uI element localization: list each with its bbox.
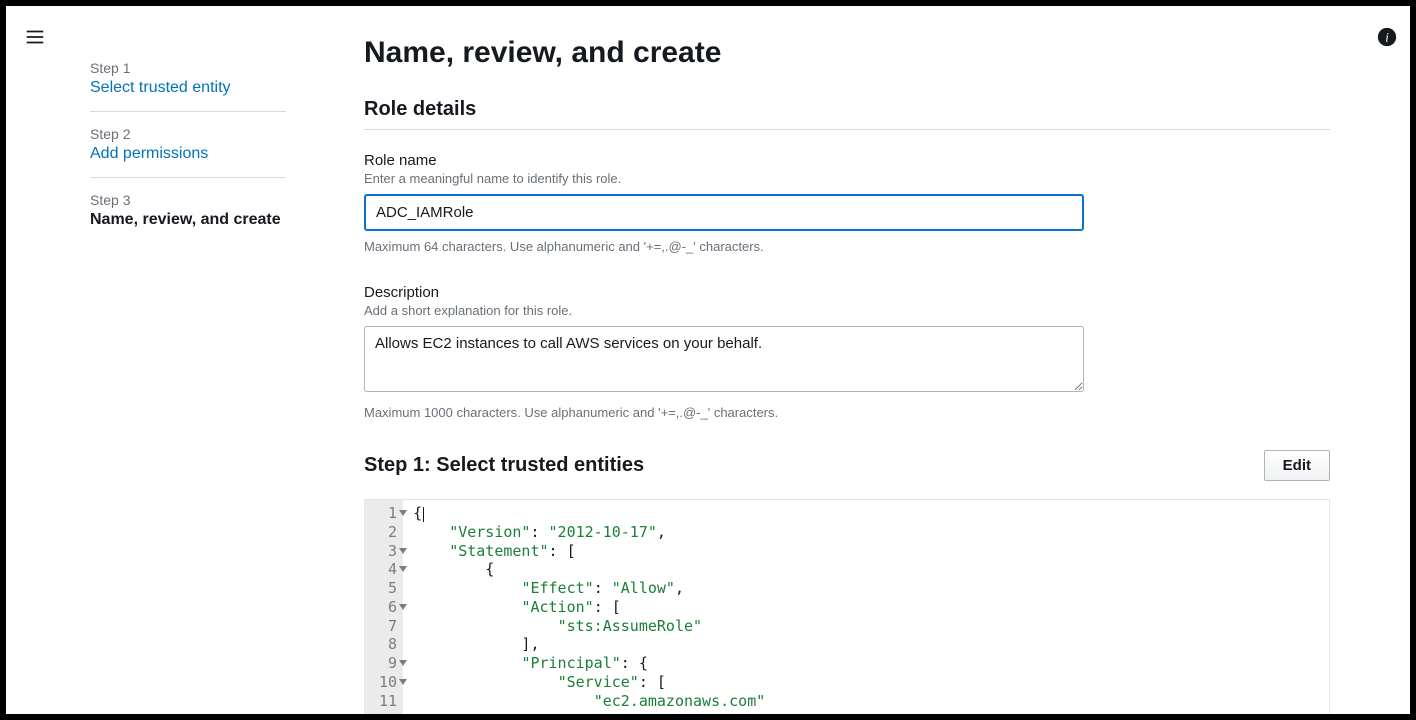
- field-hint: Enter a meaningful name to identify this…: [364, 171, 1330, 186]
- step-title[interactable]: Add permissions: [90, 145, 286, 163]
- description-field: Description Add a short explanation for …: [364, 284, 1330, 420]
- role-name-field: Role name Enter a meaningful name to ide…: [364, 152, 1330, 254]
- field-constraint: Maximum 64 characters. Use alphanumeric …: [364, 239, 1330, 254]
- section-title: Step 1: Select trusted entities: [364, 454, 644, 477]
- wizard-steps: Step 1 Select trusted entity Step 2 Add …: [90, 46, 286, 243]
- step-1[interactable]: Step 1 Select trusted entity: [90, 46, 286, 112]
- step-title: Name, review, and create: [90, 211, 286, 229]
- main-content: Name, review, and create Role details Ro…: [364, 36, 1330, 714]
- field-label: Role name: [364, 152, 1330, 169]
- page-title: Name, review, and create: [364, 36, 1330, 70]
- step-2[interactable]: Step 2 Add permissions: [90, 112, 286, 178]
- field-constraint: Maximum 1000 characters. Use alphanumeri…: [364, 405, 1330, 420]
- description-input[interactable]: [364, 326, 1084, 392]
- policy-code[interactable]: { "Version": "2012-10-17", "Statement": …: [403, 500, 775, 714]
- svg-text:i: i: [1385, 31, 1389, 45]
- edit-button[interactable]: Edit: [1264, 450, 1330, 481]
- menu-icon[interactable]: [24, 26, 46, 48]
- role-details-heading: Role details: [364, 98, 1330, 121]
- step-title[interactable]: Select trusted entity: [90, 79, 286, 97]
- policy-editor[interactable]: 1234567891011 { "Version": "2012-10-17",…: [364, 499, 1330, 714]
- line-gutter: 1234567891011: [365, 500, 403, 714]
- help-icon[interactable]: i: [1376, 26, 1398, 48]
- field-label: Description: [364, 284, 1330, 301]
- step-label: Step 2: [90, 126, 286, 142]
- step-label: Step 1: [90, 60, 286, 76]
- divider: [364, 129, 1330, 130]
- trusted-entities-header: Step 1: Select trusted entities Edit: [364, 450, 1330, 481]
- role-name-input[interactable]: [364, 194, 1084, 231]
- field-hint: Add a short explanation for this role.: [364, 303, 1330, 318]
- step-label: Step 3: [90, 192, 286, 208]
- step-3: Step 3 Name, review, and create: [90, 178, 286, 243]
